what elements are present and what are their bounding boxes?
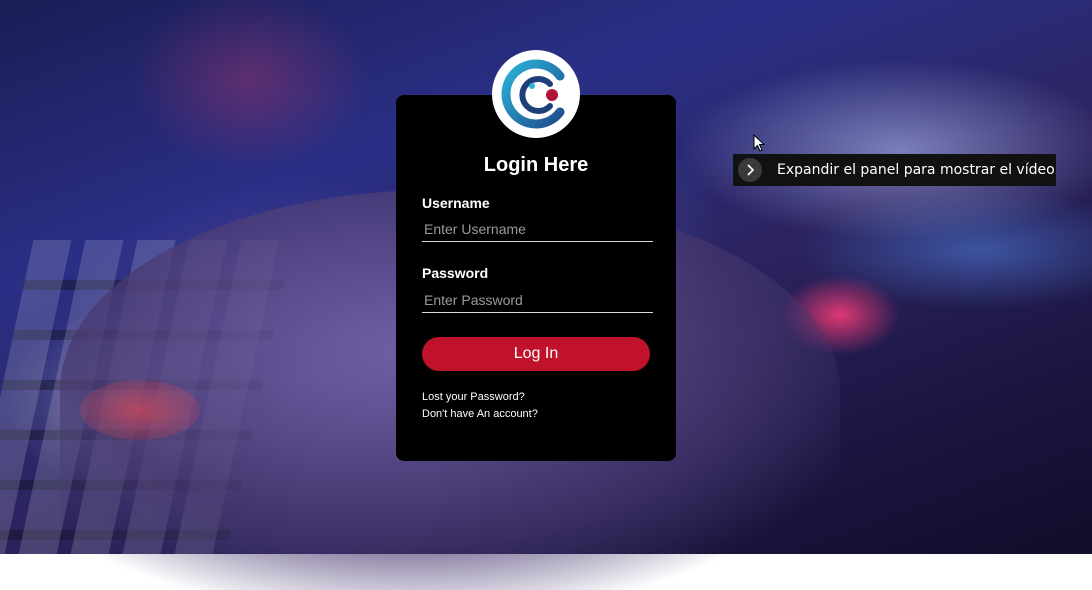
- tooltip-text: Expandir el panel para mostrar el vídeo: [777, 162, 1055, 178]
- mouse-cursor-icon: [753, 134, 765, 152]
- login-title: Login Here: [483, 154, 589, 176]
- username-input[interactable]: [422, 216, 653, 242]
- password-input[interactable]: [422, 287, 653, 313]
- login-button[interactable]: Log In: [422, 337, 650, 371]
- signup-link[interactable]: Don't have An account?: [422, 408, 538, 420]
- expand-panel-tooltip[interactable]: Expandir el panel para mostrar el vídeo: [733, 154, 1056, 186]
- chevron-right-icon[interactable]: [738, 158, 762, 182]
- logo-graphic: [501, 59, 565, 129]
- username-label: Username: [422, 195, 490, 211]
- background-glow: [80, 380, 200, 440]
- brand-logo-icon: [492, 50, 580, 138]
- lost-password-link[interactable]: Lost your Password?: [422, 391, 525, 403]
- password-label: Password: [422, 265, 489, 281]
